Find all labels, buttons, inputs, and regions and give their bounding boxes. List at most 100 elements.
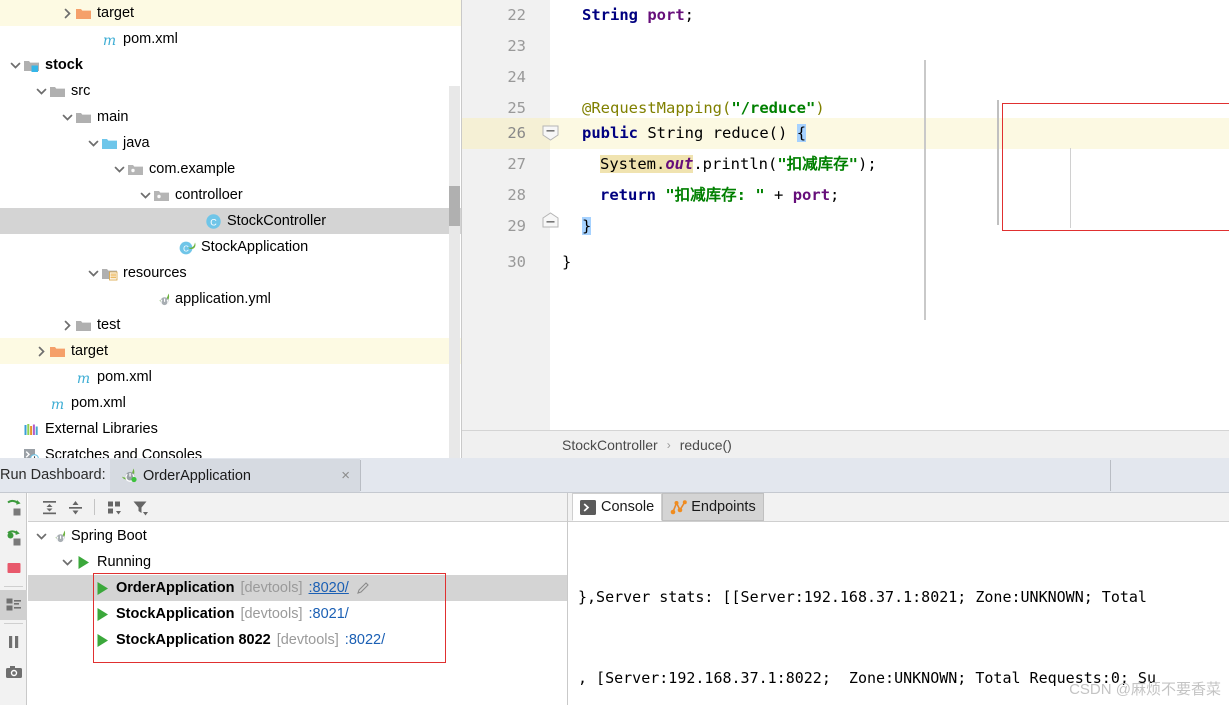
token-return: return (600, 186, 656, 204)
run-green-icon (94, 580, 111, 597)
chevron-down-icon[interactable] (86, 260, 101, 286)
run-dashboard-tree[interactable]: Spring Boot Running OrderApplication [devto… (28, 523, 568, 705)
project-tree-item-resources[interactable]: resources (0, 260, 462, 286)
project-tree-item-src[interactable]: src (0, 78, 462, 104)
project-tree-item-pom-xml[interactable]: m pom.xml (0, 390, 462, 416)
token-semicolon: ; (684, 6, 695, 24)
run-item-port-link[interactable]: :8021/ (309, 601, 349, 627)
chevron-down-icon[interactable] (34, 523, 49, 549)
project-tree-item-application-yml[interactable]: application.yml (0, 286, 462, 312)
project-tree-item-label: StockApplication (201, 239, 309, 255)
fold-collapse-end-icon[interactable] (542, 212, 559, 229)
line-number: 24 (507, 68, 526, 86)
run-item-port-link[interactable]: :8022/ (345, 627, 385, 653)
debug-rerun-button[interactable] (0, 523, 27, 553)
watermark: CSDN @麻烦不要香菜 (1069, 681, 1221, 698)
dashboard-run-item-orderapplication[interactable]: OrderApplication [devtools]:8020/ (28, 575, 568, 601)
stop-button[interactable] (0, 553, 27, 583)
token-plus: + (774, 186, 784, 204)
module-folder-icon (23, 57, 40, 74)
project-tree-item-scratches-and-consoles[interactable]: Scratches and Consoles (0, 442, 462, 458)
chevron-right-icon[interactable] (34, 338, 49, 364)
run-item-name: StockApplication (116, 606, 235, 622)
run-item-devtools: [devtools] (276, 632, 339, 648)
pencil-icon[interactable] (356, 581, 370, 595)
token-out-field: out (665, 155, 694, 173)
run-dashboard-panel[interactable]: Spring Boot Running OrderApplication [devto… (28, 493, 568, 705)
close-icon[interactable]: × (341, 467, 350, 484)
expand-all-button[interactable] (36, 494, 62, 520)
project-tree-item-pom-xml[interactable]: m pom.xml (0, 364, 462, 390)
toolbar-divider (94, 499, 95, 515)
project-tree-item-stockcontroller[interactable]: C StockController (0, 208, 462, 234)
run-dashboard-toolbar[interactable] (28, 493, 568, 522)
group-by-button[interactable] (101, 494, 127, 520)
project-tree-item-controlloer[interactable]: controlloer (0, 182, 462, 208)
folder-orange-icon (75, 5, 92, 22)
project-tree-item-stockapplication[interactable]: C StockApplication (0, 234, 462, 260)
code-line-26: public String reduce() { (582, 118, 1229, 149)
project-tree-item-com-example[interactable]: com.example (0, 156, 462, 182)
breadcrumb-separator-icon: › (666, 437, 671, 452)
token-port-field: port (792, 186, 831, 204)
console-panel[interactable]: Console Endpoints },Server stats: [[Serv… (568, 493, 1229, 705)
chevron-down-icon[interactable] (34, 78, 49, 104)
run-dashboard-tab-orderapplication[interactable]: OrderApplication × (110, 459, 360, 492)
token-semicolon: ; (830, 186, 840, 204)
rerun-button[interactable] (0, 493, 27, 523)
breadcrumb-method[interactable]: reduce() (680, 437, 732, 453)
pause-button[interactable] (0, 627, 27, 657)
chevron-down-icon[interactable] (138, 182, 153, 208)
breadcrumb[interactable]: StockController › reduce() (462, 430, 1229, 458)
project-tree-item-pom-xml[interactable]: m pom.xml (0, 26, 462, 52)
chevron-down-icon[interactable] (60, 104, 75, 130)
console-tab-bar[interactable]: Console Endpoints (568, 493, 1229, 522)
spring-class-icon: C (179, 239, 196, 256)
tab-endpoints[interactable]: Endpoints (662, 493, 764, 521)
spring-boot-icon (49, 528, 66, 545)
project-tree-item-label: main (97, 109, 129, 125)
token-string: "扣减库存: " (665, 186, 765, 204)
chevron-down-icon[interactable] (8, 52, 23, 78)
fold-collapse-icon[interactable] (542, 124, 559, 141)
collapse-all-button[interactable] (62, 494, 88, 520)
project-tree-item-java[interactable]: java (0, 130, 462, 156)
services-list-button[interactable] (0, 590, 27, 620)
filter-button[interactable] (127, 494, 153, 520)
token-open-brace: { (796, 124, 807, 142)
token-system: System. (600, 155, 666, 173)
chevron-right-icon[interactable] (60, 0, 75, 26)
token-string: "/reduce" (731, 99, 816, 117)
chevron-down-icon[interactable] (112, 156, 127, 182)
chevron-right-icon[interactable] (60, 312, 75, 338)
dashboard-run-item-stockapplication-8022[interactable]: StockApplication 8022 [devtools]:8022/ (28, 627, 568, 653)
project-tree-item-stock[interactable]: stock (0, 52, 462, 78)
chevron-down-icon[interactable] (86, 130, 101, 156)
project-tree-item-label: test (97, 317, 121, 333)
spring-boot-running-icon (120, 466, 137, 486)
project-tree-item-main[interactable]: main (0, 104, 462, 130)
code-editor[interactable]: 22 23 24 25 26 27 28 29 30 String port; … (462, 0, 1229, 430)
breadcrumb-class[interactable]: StockController (562, 437, 658, 453)
token-type: String (582, 6, 638, 24)
project-tree-item-target[interactable]: target (0, 0, 462, 26)
spring-yml-icon (153, 291, 170, 308)
project-tree-item-label: pom.xml (97, 369, 152, 385)
project-tree-item-target[interactable]: target (0, 338, 462, 364)
token-annotation: @RequestMapping (582, 99, 722, 117)
project-tree-scrollbar-thumb[interactable] (449, 186, 460, 226)
package-icon (153, 187, 170, 204)
run-toolbar-vertical[interactable] (0, 493, 27, 705)
dashboard-tree-item-running[interactable]: Running (28, 549, 568, 575)
camera-button[interactable] (0, 657, 27, 687)
chevron-down-icon[interactable] (60, 549, 75, 575)
dashboard-run-item-stockapplication[interactable]: StockApplication [devtools]:8021/ (28, 601, 568, 627)
project-tree-item-test[interactable]: test (0, 312, 462, 338)
code-line-28: return "扣减库存: " + port; (600, 180, 1229, 211)
dashboard-tree-item-spring-boot[interactable]: Spring Boot (28, 523, 568, 549)
project-tree-item-external-libraries[interactable]: External Libraries (0, 416, 462, 442)
project-tree-scrollbar-track[interactable] (449, 86, 460, 458)
project-tool-window[interactable]: target m pom.xml stock src main java com.exampl… (0, 0, 462, 458)
tab-console[interactable]: Console (572, 493, 663, 521)
run-item-port-link[interactable]: :8020/ (309, 575, 349, 601)
